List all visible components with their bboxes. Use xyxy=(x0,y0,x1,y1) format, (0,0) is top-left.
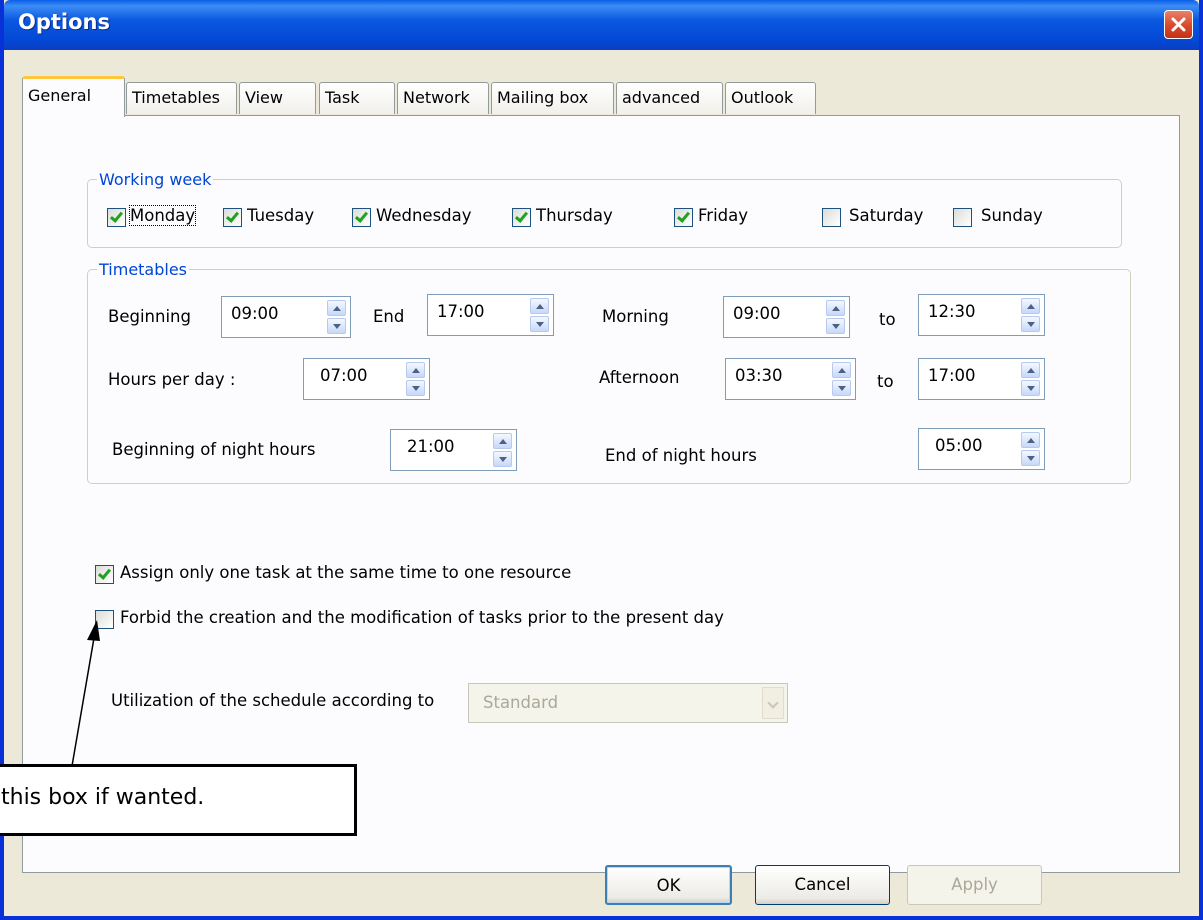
schedule-select[interactable]: Standard xyxy=(468,683,788,723)
night-end-spinner[interactable]: 05:00 xyxy=(918,428,1045,470)
night-end-value: 05:00 xyxy=(935,436,983,455)
monday-label: Monday xyxy=(128,205,197,226)
night-begin-spinner[interactable]: 21:00 xyxy=(390,429,517,471)
night-end-label: End of night hours xyxy=(605,446,757,465)
tab-general[interactable]: General xyxy=(22,76,125,117)
arrow-down-icon[interactable] xyxy=(406,380,425,396)
tab-timetables[interactable]: Timetables xyxy=(126,82,237,114)
morning-to-value: 12:30 xyxy=(928,302,976,321)
beginning-label: Beginning xyxy=(108,307,191,326)
arrow-down-icon[interactable] xyxy=(530,316,549,332)
friday-checkbox[interactable] xyxy=(674,208,693,227)
arrow-down-icon[interactable] xyxy=(493,451,512,467)
monday-checkbox[interactable] xyxy=(107,208,126,227)
close-icon xyxy=(1171,17,1186,32)
apply-button[interactable]: Apply xyxy=(907,865,1042,905)
arrow-up-icon[interactable] xyxy=(493,433,512,449)
hours-per-day-value: 07:00 xyxy=(320,366,368,385)
beginning-time-value: 09:00 xyxy=(231,304,279,323)
hours-per-day-label: Hours per day : xyxy=(108,370,236,389)
friday-label: Friday xyxy=(698,206,749,225)
tab-mailing-box[interactable]: Mailing box xyxy=(491,82,614,114)
hours-per-day-spinner[interactable]: 07:00 xyxy=(303,358,430,400)
forbid-prior-label: Forbid the creation and the modification… xyxy=(120,608,724,627)
annotation-callout: this box if wanted. xyxy=(0,764,357,836)
arrow-up-icon[interactable] xyxy=(826,300,845,316)
arrow-up-icon[interactable] xyxy=(406,362,425,378)
tab-strip: General Timetables View Task Network Mai… xyxy=(22,76,922,117)
callout-text: this box if wanted. xyxy=(1,785,205,810)
tuesday-label: Tuesday xyxy=(247,206,315,225)
tab-network[interactable]: Network xyxy=(397,82,489,114)
assign-one-task-label: Assign only one task at the same time to… xyxy=(120,563,572,582)
check-icon xyxy=(676,209,691,223)
schedule-select-value: Standard xyxy=(483,693,559,712)
chevron-down-icon xyxy=(762,687,784,719)
end-time-value: 17:00 xyxy=(437,302,485,321)
tuesday-checkbox[interactable] xyxy=(223,208,242,227)
arrow-up-icon[interactable] xyxy=(1021,298,1040,314)
morning-from-spinner[interactable]: 09:00 xyxy=(723,296,850,338)
afternoon-to-spinner[interactable]: 17:00 xyxy=(918,358,1045,400)
end-label: End xyxy=(373,307,405,326)
working-week-legend: Working week xyxy=(99,170,212,189)
morning-to-spinner[interactable]: 12:30 xyxy=(918,294,1045,336)
saturday-checkbox[interactable] xyxy=(822,208,841,227)
saturday-label: Saturday xyxy=(849,206,924,225)
timetables-legend: Timetables xyxy=(99,260,188,279)
close-button[interactable] xyxy=(1164,10,1193,39)
arrow-up-icon[interactable] xyxy=(530,298,549,314)
arrow-down-icon[interactable] xyxy=(832,380,851,396)
sunday-checkbox[interactable] xyxy=(953,208,972,227)
forbid-prior-checkbox[interactable] xyxy=(95,610,114,629)
tab-advanced[interactable]: advanced xyxy=(616,82,723,114)
cancel-button[interactable]: Cancel xyxy=(755,865,890,905)
wednesday-checkbox[interactable] xyxy=(352,208,371,227)
tab-view[interactable]: View xyxy=(239,82,316,114)
check-icon xyxy=(109,209,124,223)
beginning-time-spinner[interactable]: 09:00 xyxy=(221,296,351,338)
morning-label: Morning xyxy=(602,307,669,326)
arrow-up-icon[interactable] xyxy=(1021,362,1040,378)
check-icon xyxy=(354,209,369,223)
arrow-down-icon[interactable] xyxy=(1021,380,1040,396)
afternoon-label: Afternoon xyxy=(599,368,680,387)
arrow-up-icon[interactable] xyxy=(1021,432,1040,448)
wednesday-label: Wednesday xyxy=(376,206,472,225)
assign-one-task-checkbox[interactable] xyxy=(95,565,114,584)
thursday-label: Thursday xyxy=(536,206,613,225)
sunday-label: Sunday xyxy=(981,206,1043,225)
check-icon xyxy=(225,209,240,223)
title-bar[interactable]: Options xyxy=(4,0,1199,50)
night-begin-value: 21:00 xyxy=(407,437,455,456)
tab-task[interactable]: Task xyxy=(319,82,395,114)
check-icon xyxy=(97,566,112,580)
arrow-up-icon[interactable] xyxy=(832,362,851,378)
ok-button[interactable]: OK xyxy=(605,865,732,905)
tab-outlook[interactable]: Outlook xyxy=(725,82,816,114)
dialog-title: Options xyxy=(18,10,110,34)
check-icon xyxy=(514,209,529,223)
night-begin-label: Beginning of night hours xyxy=(112,440,316,459)
arrow-up-icon[interactable] xyxy=(327,300,346,316)
arrow-down-icon[interactable] xyxy=(1021,316,1040,332)
arrow-down-icon[interactable] xyxy=(826,318,845,334)
afternoon-from-value: 03:30 xyxy=(735,366,783,385)
morning-from-value: 09:00 xyxy=(733,304,781,323)
morning-to-label: to xyxy=(879,310,896,329)
afternoon-to-value: 17:00 xyxy=(928,366,976,385)
arrow-down-icon[interactable] xyxy=(1021,450,1040,466)
end-time-spinner[interactable]: 17:00 xyxy=(427,294,554,336)
arrow-down-icon[interactable] xyxy=(327,318,346,334)
schedule-label: Utilization of the schedule according to xyxy=(111,691,435,710)
thursday-checkbox[interactable] xyxy=(512,208,531,227)
afternoon-to-label: to xyxy=(877,372,894,391)
afternoon-from-spinner[interactable]: 03:30 xyxy=(725,358,856,400)
